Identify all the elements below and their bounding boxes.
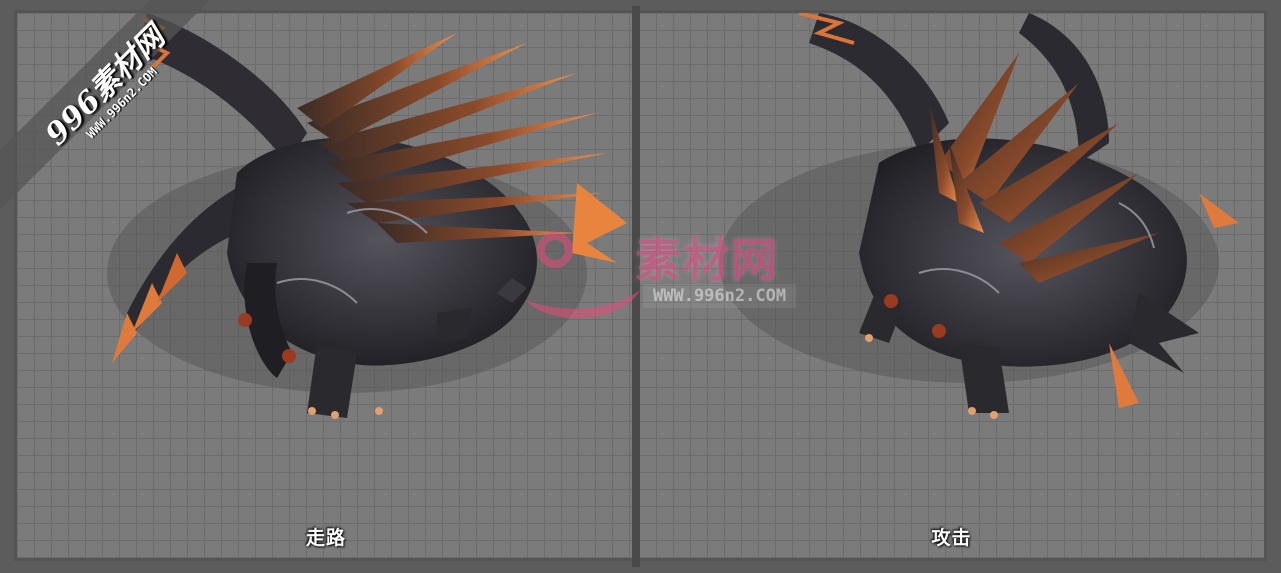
center-watermark-url: WWW.996n2.COM (643, 284, 797, 308)
center-watermark: 素材网 WWW.996n2.COM (515, 220, 835, 330)
center-watermark-swoosh-icon (525, 232, 640, 319)
center-watermark-brand: 素材网 (635, 233, 779, 287)
panel-walk-caption: 走路 (305, 527, 346, 549)
preview-stage: 走路 攻击 996素材网 WWW.996n2.COM 素材网 WWW.996n2… (0, 0, 1281, 573)
panel-attack-caption: 攻击 (931, 527, 972, 549)
